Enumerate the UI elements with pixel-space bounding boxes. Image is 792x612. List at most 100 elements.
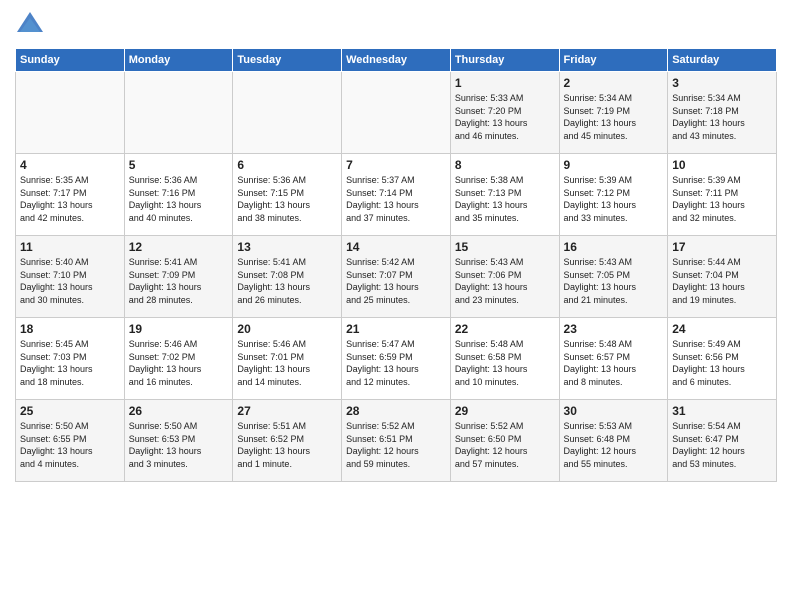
day-number: 21 bbox=[346, 322, 446, 336]
logo-icon bbox=[15, 10, 45, 40]
calendar-cell: 10 Sunrise: 5:39 AM Sunset: 7:11 PM Dayli… bbox=[668, 154, 777, 236]
calendar-table: SundayMondayTuesdayWednesdayThursdayFrid… bbox=[15, 48, 777, 482]
calendar-cell: 28 Sunrise: 5:52 AM Sunset: 6:51 PM Dayli… bbox=[342, 400, 451, 482]
calendar-cell: 24 Sunrise: 5:49 AM Sunset: 6:56 PM Dayli… bbox=[668, 318, 777, 400]
day-number: 10 bbox=[672, 158, 772, 172]
calendar-cell: 17Sunrise: 5:44 AM Sunset: 7:04 PM Dayli… bbox=[668, 236, 777, 318]
day-info: Sunrise: 5:39 AM Sunset: 7:11 PM Dayligh… bbox=[672, 174, 772, 224]
calendar-week-1: 1Sunrise: 5:33 AM Sunset: 7:20 PM Daylig… bbox=[16, 72, 777, 154]
day-info: Sunrise: 5:48 AM Sunset: 6:58 PM Dayligh… bbox=[455, 338, 555, 388]
calendar-cell: 1Sunrise: 5:33 AM Sunset: 7:20 PM Daylig… bbox=[450, 72, 559, 154]
day-number: 4 bbox=[20, 158, 120, 172]
day-number: 27 bbox=[237, 404, 337, 418]
calendar-cell: 19 Sunrise: 5:46 AM Sunset: 7:02 PM Dayli… bbox=[124, 318, 233, 400]
calendar-cell: 3 Sunrise: 5:34 AM Sunset: 7:18 PM Daylig… bbox=[668, 72, 777, 154]
day-number: 11 bbox=[20, 240, 120, 254]
calendar-cell bbox=[233, 72, 342, 154]
calendar-cell: 14 Sunrise: 5:42 AM Sunset: 7:07 PM Dayli… bbox=[342, 236, 451, 318]
calendar-week-4: 18 Sunrise: 5:45 AM Sunset: 7:03 PM Dayli… bbox=[16, 318, 777, 400]
day-number: 2 bbox=[564, 76, 664, 90]
calendar-cell: 27 Sunrise: 5:51 AM Sunset: 6:52 PM Dayli… bbox=[233, 400, 342, 482]
day-number: 13 bbox=[237, 240, 337, 254]
weekday-header-friday: Friday bbox=[559, 49, 668, 72]
calendar-cell: 5 Sunrise: 5:36 AM Sunset: 7:16 PM Daylig… bbox=[124, 154, 233, 236]
day-number: 15 bbox=[455, 240, 555, 254]
day-number: 25 bbox=[20, 404, 120, 418]
calendar-cell: 7 Sunrise: 5:37 AM Sunset: 7:14 PM Daylig… bbox=[342, 154, 451, 236]
day-number: 1 bbox=[455, 76, 555, 90]
day-number: 29 bbox=[455, 404, 555, 418]
day-info: Sunrise: 5:39 AM Sunset: 7:12 PM Dayligh… bbox=[564, 174, 664, 224]
day-number: 16 bbox=[564, 240, 664, 254]
day-number: 14 bbox=[346, 240, 446, 254]
day-info: Sunrise: 5:52 AM Sunset: 6:51 PM Dayligh… bbox=[346, 420, 446, 470]
day-number: 5 bbox=[129, 158, 229, 172]
day-info: Sunrise: 5:47 AM Sunset: 6:59 PM Dayligh… bbox=[346, 338, 446, 388]
calendar-cell: 22Sunrise: 5:48 AM Sunset: 6:58 PM Dayli… bbox=[450, 318, 559, 400]
calendar-cell: 13 Sunrise: 5:41 AM Sunset: 7:08 PM Dayli… bbox=[233, 236, 342, 318]
calendar-cell: 11 Sunrise: 5:40 AM Sunset: 7:10 PM Dayli… bbox=[16, 236, 125, 318]
day-number: 23 bbox=[564, 322, 664, 336]
day-info: Sunrise: 5:36 AM Sunset: 7:15 PM Dayligh… bbox=[237, 174, 337, 224]
calendar-cell: 12Sunrise: 5:41 AM Sunset: 7:09 PM Dayli… bbox=[124, 236, 233, 318]
weekday-header-row: SundayMondayTuesdayWednesdayThursdayFrid… bbox=[16, 49, 777, 72]
day-info: Sunrise: 5:42 AM Sunset: 7:07 PM Dayligh… bbox=[346, 256, 446, 306]
day-number: 26 bbox=[129, 404, 229, 418]
day-info: Sunrise: 5:49 AM Sunset: 6:56 PM Dayligh… bbox=[672, 338, 772, 388]
weekday-header-saturday: Saturday bbox=[668, 49, 777, 72]
day-number: 8 bbox=[455, 158, 555, 172]
day-info: Sunrise: 5:40 AM Sunset: 7:10 PM Dayligh… bbox=[20, 256, 120, 306]
logo bbox=[15, 10, 49, 40]
day-info: Sunrise: 5:43 AM Sunset: 7:06 PM Dayligh… bbox=[455, 256, 555, 306]
day-info: Sunrise: 5:50 AM Sunset: 6:53 PM Dayligh… bbox=[129, 420, 229, 470]
day-number: 19 bbox=[129, 322, 229, 336]
day-info: Sunrise: 5:44 AM Sunset: 7:04 PM Dayligh… bbox=[672, 256, 772, 306]
day-info: Sunrise: 5:35 AM Sunset: 7:17 PM Dayligh… bbox=[20, 174, 120, 224]
day-number: 28 bbox=[346, 404, 446, 418]
calendar-cell: 21 Sunrise: 5:47 AM Sunset: 6:59 PM Dayli… bbox=[342, 318, 451, 400]
header bbox=[15, 10, 777, 40]
day-info: Sunrise: 5:46 AM Sunset: 7:02 PM Dayligh… bbox=[129, 338, 229, 388]
day-info: Sunrise: 5:34 AM Sunset: 7:18 PM Dayligh… bbox=[672, 92, 772, 142]
day-number: 20 bbox=[237, 322, 337, 336]
calendar-cell: 25 Sunrise: 5:50 AM Sunset: 6:55 PM Dayli… bbox=[16, 400, 125, 482]
day-number: 18 bbox=[20, 322, 120, 336]
calendar-cell bbox=[16, 72, 125, 154]
day-number: 30 bbox=[564, 404, 664, 418]
calendar-cell: 9 Sunrise: 5:39 AM Sunset: 7:12 PM Daylig… bbox=[559, 154, 668, 236]
calendar-week-5: 25 Sunrise: 5:50 AM Sunset: 6:55 PM Dayli… bbox=[16, 400, 777, 482]
day-number: 31 bbox=[672, 404, 772, 418]
day-number: 9 bbox=[564, 158, 664, 172]
calendar-cell: 26 Sunrise: 5:50 AM Sunset: 6:53 PM Dayli… bbox=[124, 400, 233, 482]
weekday-header-wednesday: Wednesday bbox=[342, 49, 451, 72]
weekday-header-monday: Monday bbox=[124, 49, 233, 72]
calendar-cell: 2 Sunrise: 5:34 AM Sunset: 7:19 PM Daylig… bbox=[559, 72, 668, 154]
calendar-cell: 20Sunrise: 5:46 AM Sunset: 7:01 PM Dayli… bbox=[233, 318, 342, 400]
calendar-week-2: 4 Sunrise: 5:35 AM Sunset: 7:17 PM Daylig… bbox=[16, 154, 777, 236]
day-info: Sunrise: 5:53 AM Sunset: 6:48 PM Dayligh… bbox=[564, 420, 664, 470]
calendar-cell bbox=[342, 72, 451, 154]
day-info: Sunrise: 5:43 AM Sunset: 7:05 PM Dayligh… bbox=[564, 256, 664, 306]
weekday-header-thursday: Thursday bbox=[450, 49, 559, 72]
day-info: Sunrise: 5:36 AM Sunset: 7:16 PM Dayligh… bbox=[129, 174, 229, 224]
day-info: Sunrise: 5:37 AM Sunset: 7:14 PM Dayligh… bbox=[346, 174, 446, 224]
day-info: Sunrise: 5:41 AM Sunset: 7:08 PM Dayligh… bbox=[237, 256, 337, 306]
day-info: Sunrise: 5:51 AM Sunset: 6:52 PM Dayligh… bbox=[237, 420, 337, 470]
day-number: 3 bbox=[672, 76, 772, 90]
calendar-cell: 23 Sunrise: 5:48 AM Sunset: 6:57 PM Dayli… bbox=[559, 318, 668, 400]
calendar-cell: 31 Sunrise: 5:54 AM Sunset: 6:47 PM Dayli… bbox=[668, 400, 777, 482]
day-info: Sunrise: 5:34 AM Sunset: 7:19 PM Dayligh… bbox=[564, 92, 664, 142]
day-info: Sunrise: 5:50 AM Sunset: 6:55 PM Dayligh… bbox=[20, 420, 120, 470]
day-info: Sunrise: 5:45 AM Sunset: 7:03 PM Dayligh… bbox=[20, 338, 120, 388]
calendar-cell: 8Sunrise: 5:38 AM Sunset: 7:13 PM Daylig… bbox=[450, 154, 559, 236]
day-number: 7 bbox=[346, 158, 446, 172]
calendar-cell: 30 Sunrise: 5:53 AM Sunset: 6:48 PM Dayli… bbox=[559, 400, 668, 482]
page-container: SundayMondayTuesdayWednesdayThursdayFrid… bbox=[0, 0, 792, 612]
day-info: Sunrise: 5:54 AM Sunset: 6:47 PM Dayligh… bbox=[672, 420, 772, 470]
weekday-header-sunday: Sunday bbox=[16, 49, 125, 72]
calendar-cell: 29Sunrise: 5:52 AM Sunset: 6:50 PM Dayli… bbox=[450, 400, 559, 482]
day-number: 24 bbox=[672, 322, 772, 336]
weekday-header-tuesday: Tuesday bbox=[233, 49, 342, 72]
day-info: Sunrise: 5:48 AM Sunset: 6:57 PM Dayligh… bbox=[564, 338, 664, 388]
calendar-cell: 16 Sunrise: 5:43 AM Sunset: 7:05 PM Dayli… bbox=[559, 236, 668, 318]
